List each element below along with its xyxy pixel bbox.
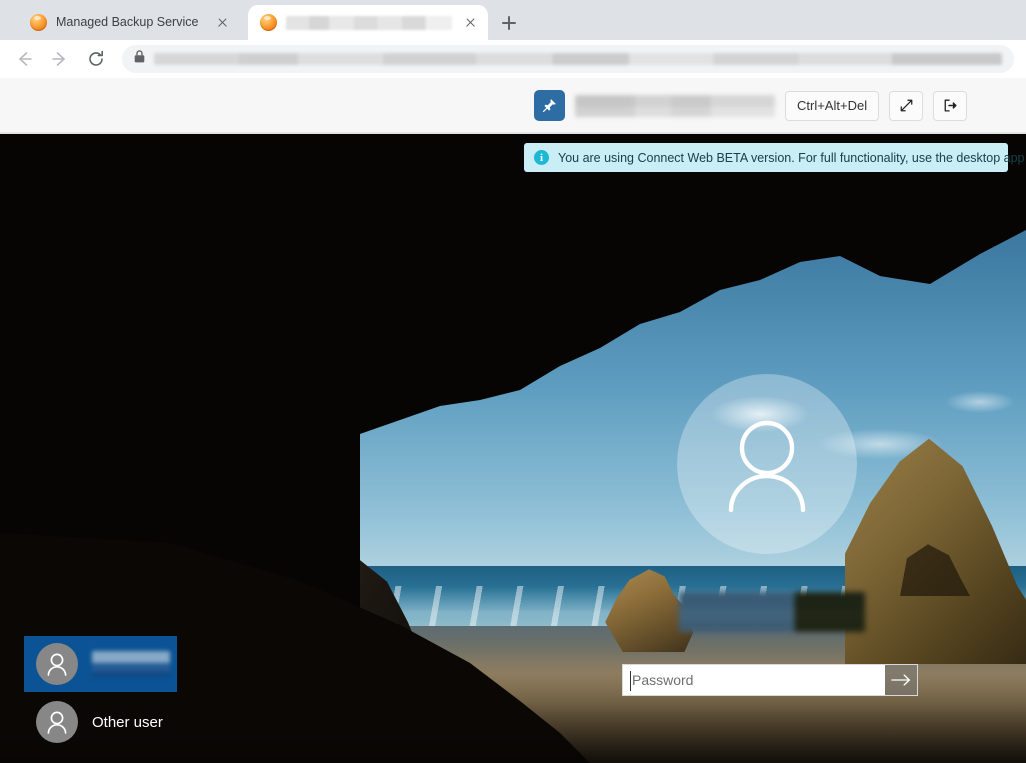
lock-icon[interactable] [134, 50, 145, 68]
orange-circle-icon [30, 13, 47, 31]
browser-window: Managed Backup Service Ctrl+Alt+Del Pass… [0, 0, 1026, 763]
text-caret [630, 671, 631, 691]
password-input[interactable]: Password [623, 665, 885, 695]
tab-title: Managed Backup Service [56, 15, 199, 29]
address-bar-url-redacted [154, 53, 1002, 65]
tab-strip: Managed Backup Service [0, 0, 1026, 40]
remote-session-toolbar: Ctrl+Alt+Del [0, 78, 1026, 133]
back-arrow-icon[interactable] [10, 45, 38, 73]
forward-arrow-icon[interactable] [46, 45, 74, 73]
info-circle-icon: i [534, 150, 549, 165]
remote-screen[interactable]: Password Other user [0, 134, 1026, 763]
expand-diagonal-icon[interactable] [889, 90, 924, 121]
person-avatar-icon [36, 701, 78, 743]
pushpin-icon[interactable] [534, 90, 565, 121]
account-name-redacted [679, 592, 865, 632]
ctrl-alt-del-button[interactable]: Ctrl+Alt+Del [785, 90, 880, 121]
password-row: Password [622, 664, 918, 696]
reload-icon[interactable] [82, 45, 110, 73]
user-name-label: Other user [92, 713, 163, 731]
remote-machine-name-redacted [575, 94, 775, 117]
address-bar[interactable] [122, 45, 1014, 73]
browser-toolbar [0, 40, 1026, 78]
tab-managed-backup-service[interactable]: Managed Backup Service [18, 5, 240, 39]
user-tile-selected[interactable] [24, 636, 177, 692]
close-icon[interactable] [461, 13, 480, 32]
close-icon[interactable] [213, 13, 232, 32]
tab-title-redacted [286, 15, 452, 30]
beta-banner-message: You are using Connect Web BETA version. … [558, 150, 1025, 165]
new-tab-button[interactable] [497, 11, 521, 35]
password-submit-button[interactable] [885, 665, 917, 695]
user-list: Other user [24, 636, 214, 750]
user-name-redacted [92, 651, 170, 677]
user-tile-other-user[interactable]: Other user [24, 694, 214, 750]
person-avatar-icon [36, 643, 78, 685]
tab-remote-session[interactable] [248, 5, 488, 40]
orange-circle-icon [260, 14, 277, 31]
logout-arrow-icon[interactable] [933, 90, 968, 121]
beta-banner: i You are using Connect Web BETA version… [524, 143, 1024, 172]
person-avatar-icon [677, 374, 857, 554]
arrow-right-icon [891, 674, 911, 686]
password-placeholder: Password [632, 672, 694, 688]
